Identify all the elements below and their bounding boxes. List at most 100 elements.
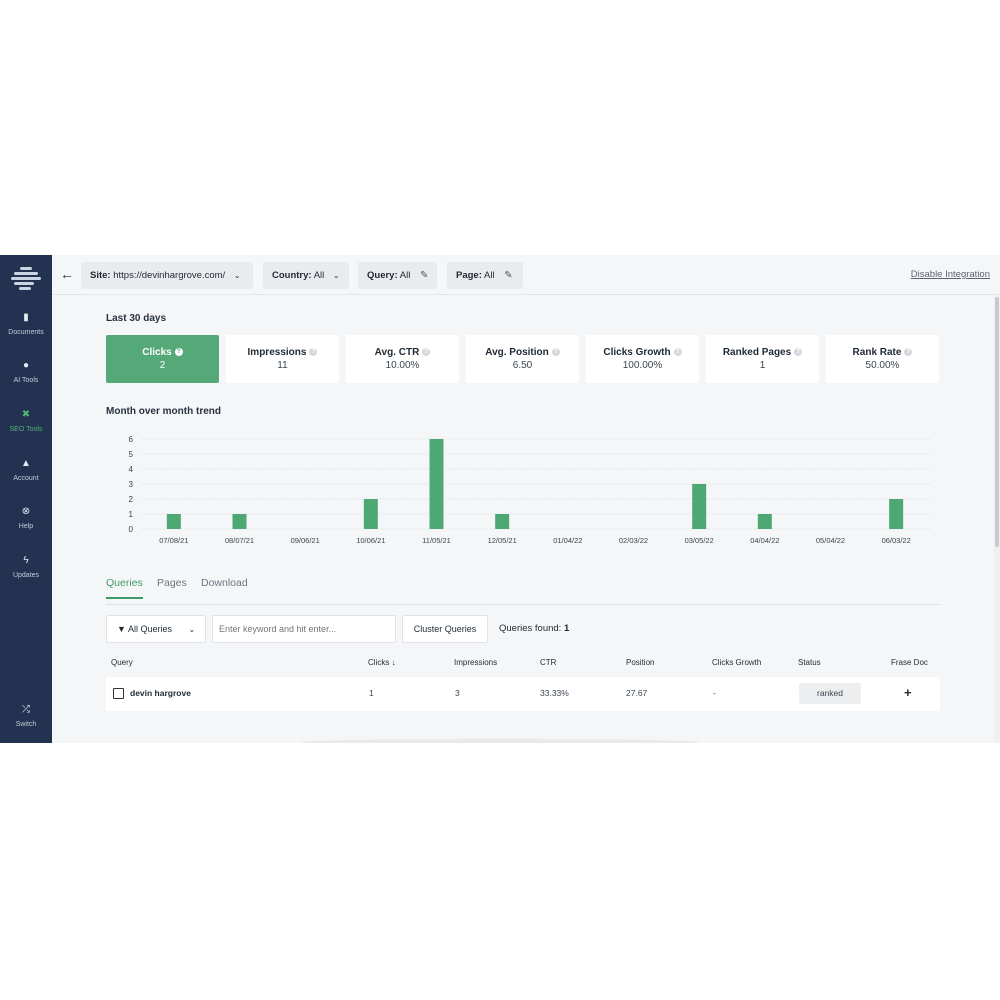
chart-bar — [757, 514, 772, 529]
sidebar-item-documents[interactable]: ▮ Documents — [0, 311, 52, 339]
chevron-down-icon: ⌄ — [233, 271, 241, 280]
metric-card-clicks-growth[interactable]: Clicks Growth? 100.00% — [586, 335, 699, 383]
metric-cards: Clicks? 2 Impressions? 11 Avg. CTR? 10.0… — [106, 335, 940, 384]
metric-card-clicks[interactable]: Clicks? 2 — [106, 335, 219, 383]
add-frase-doc-icon[interactable]: + — [904, 685, 912, 700]
table-header: Query Clicks ↓ Impressions CTR Position … — [106, 653, 940, 673]
sidebar: ▮ Documents ● AI Tools ✖ SEO Tools ▲ Acc… — [0, 255, 52, 743]
chart-bar — [232, 514, 247, 529]
y-tick-label: 6 — [129, 435, 134, 444]
metric-label: Rank Rate — [852, 347, 902, 358]
ctr-cell: 33.33% — [540, 688, 569, 698]
metric-card-avg-ctr[interactable]: Avg. CTR? 10.00% — [346, 335, 459, 383]
country-selector[interactable]: Country: All ⌄ — [263, 262, 349, 289]
all-queries-dropdown[interactable]: ▼ All Queries ⌄ — [106, 615, 206, 643]
tab-download[interactable]: Download — [201, 577, 248, 597]
col-clicks-label: Clicks — [368, 658, 390, 667]
app-window: ▮ Documents ● AI Tools ✖ SEO Tools ▲ Acc… — [0, 255, 1000, 743]
site-key: Site: — [90, 270, 111, 281]
table-row: devin hargrove 1 3 33.33% 27.67 - ranked… — [106, 677, 940, 711]
y-tick-label: 3 — [129, 480, 134, 489]
user-icon: ▲ — [21, 458, 31, 469]
metric-value: 100.00% — [622, 360, 663, 371]
pencil-icon: ✎ — [419, 270, 429, 281]
top-filter-bar: ← Site: https://devinhargrove.com/ ⌄ Cou… — [52, 255, 1000, 295]
queries-found-label: Queries found: — [499, 623, 562, 634]
query-key: Query: — [367, 270, 398, 281]
robot-icon: ● — [22, 360, 30, 371]
country-value: All — [313, 270, 325, 281]
metric-value: 10.00% — [385, 360, 420, 371]
col-status[interactable]: Status — [798, 658, 821, 667]
keyword-search-input[interactable] — [212, 615, 396, 643]
scrollbar-thumb[interactable] — [995, 297, 999, 547]
month-trend-chart: 0 1 2 3 4 5 6 07/08/21 08/07/21 09/06/21 10/06/21 1… — [129, 435, 930, 545]
metric-card-ranked-pages[interactable]: Ranked Pages? 1 — [706, 335, 819, 383]
col-clicks-growth[interactable]: Clicks Growth — [712, 658, 761, 667]
col-position[interactable]: Position — [626, 658, 654, 667]
position-cell: 27.67 — [626, 688, 648, 698]
back-arrow-icon[interactable]: ← — [60, 266, 74, 282]
sidebar-item-label: AI Tools — [13, 377, 39, 384]
chart-bar — [889, 499, 904, 529]
col-query[interactable]: Query — [111, 658, 133, 667]
disable-integration-link[interactable]: Disable Integration — [911, 269, 990, 280]
metric-card-impressions[interactable]: Impressions? 11 — [226, 335, 339, 383]
col-clicks[interactable]: Clicks ↓ — [368, 658, 396, 667]
metric-value: 11 — [277, 360, 288, 371]
col-ctr[interactable]: CTR — [540, 658, 556, 667]
y-tick-label: 0 — [129, 525, 134, 534]
sidebar-item-switch[interactable]: ⤮ Switch — [0, 703, 52, 731]
x-tick-label: 09/06/21 — [291, 536, 320, 545]
query-cell: devin hargrove — [130, 688, 191, 698]
lifebuoy-icon: ⊗ — [21, 506, 31, 517]
help-icon: ? — [551, 348, 560, 356]
metric-label: Clicks — [142, 347, 172, 358]
query-filter[interactable]: Query: All ✎ — [358, 262, 437, 289]
tab-pages[interactable]: Pages — [157, 577, 187, 597]
sidebar-item-account[interactable]: ▲ Account — [0, 457, 52, 485]
metric-label: Impressions — [247, 347, 307, 358]
x-tick-label: 10/06/21 — [356, 536, 385, 545]
site-selector[interactable]: Site: https://devinhargrove.com/ ⌄ — [81, 262, 253, 289]
frase-logo[interactable] — [11, 265, 41, 291]
sidebar-item-label: Account — [13, 475, 39, 482]
bottom-shadow — [300, 739, 700, 743]
metric-value: 50.00% — [865, 360, 900, 371]
sidebar-item-label: SEO Tools — [9, 426, 43, 433]
metric-card-rank-rate[interactable]: Rank Rate? 50.00% — [826, 335, 939, 383]
page-filter[interactable]: Page: All ✎ — [447, 262, 523, 289]
chart-bar — [429, 439, 444, 529]
x-tick-label: 06/03/22 — [882, 536, 911, 545]
row-checkbox[interactable] — [113, 688, 124, 699]
help-icon: ? — [422, 348, 431, 356]
chart-bar — [495, 514, 510, 529]
sidebar-item-label: Documents — [8, 329, 44, 336]
sidebar-item-seo-tools[interactable]: ✖ SEO Tools — [0, 408, 52, 436]
x-tick-label: 07/08/21 — [159, 536, 188, 545]
page-value: All — [484, 270, 495, 281]
page-key: Page: — [456, 270, 482, 281]
results-tabs: Queries Pages Download — [106, 577, 940, 605]
metric-label: Clicks Growth — [603, 347, 671, 358]
site-value: https://devinhargrove.com/ — [113, 270, 226, 281]
sidebar-item-label: Updates — [12, 572, 40, 579]
sidebar-item-updates[interactable]: ϟ Updates — [0, 554, 52, 582]
period-title: Last 30 days — [106, 313, 167, 324]
y-tick-label: 1 — [129, 510, 134, 519]
help-icon: ? — [673, 348, 682, 356]
sidebar-item-help[interactable]: ⊗ Help — [0, 505, 52, 533]
chevron-down-icon: ⌄ — [188, 625, 196, 634]
x-tick-label: 02/03/22 — [619, 536, 648, 545]
sort-desc-icon: ↓ — [391, 658, 396, 667]
tab-queries[interactable]: Queries — [106, 577, 143, 599]
query-value: All — [399, 270, 411, 281]
cluster-queries-button[interactable]: Cluster Queries — [402, 615, 488, 643]
metric-card-avg-position[interactable]: Avg. Position? 6.50 — [466, 335, 579, 383]
queries-found-count: 1 — [563, 623, 570, 634]
metric-label: Avg. Position — [485, 347, 549, 358]
sidebar-item-ai-tools[interactable]: ● AI Tools — [0, 359, 52, 387]
metric-value: 6.50 — [512, 360, 533, 371]
col-impressions[interactable]: Impressions — [454, 658, 497, 667]
help-icon: ? — [794, 348, 803, 356]
